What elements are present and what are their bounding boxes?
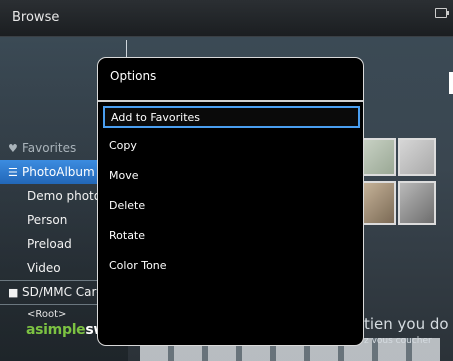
background-text: tien you do [364,315,449,333]
menu-item-copy[interactable]: Copy [103,136,360,158]
battery-icon [435,8,449,18]
top-bar: Browse [0,0,453,37]
photo-thumbnail[interactable] [360,181,396,225]
screen-title: Browse [12,10,60,25]
photo-thumbnail[interactable] [398,181,436,225]
brand-logo: asimplesw [26,322,107,338]
photo-thumbnail[interactable] [398,138,436,176]
options-dialog: Options Add to Favorites Copy Move Delet… [97,57,364,346]
dialog-title: Options [110,69,157,83]
background-subtext: z vous coucher [364,336,432,346]
photo-thumbnail[interactable] [360,138,396,176]
list-icon: ☰ [8,166,18,179]
menu-item-rotate[interactable]: Rotate [103,226,360,248]
heart-icon: ♥ [8,142,18,155]
edge-marker [449,72,453,94]
menu-item-add-to-favorites[interactable]: Add to Favorites [103,106,360,128]
menu-item-move[interactable]: Move [103,166,360,188]
menu-item-delete[interactable]: Delete [103,196,360,218]
memory-card-icon: ■ [8,286,19,299]
menu-item-color-tone[interactable]: Color Tone [103,256,360,278]
root-folder[interactable]: <Root> [27,309,66,320]
dialog-divider [98,100,363,102]
